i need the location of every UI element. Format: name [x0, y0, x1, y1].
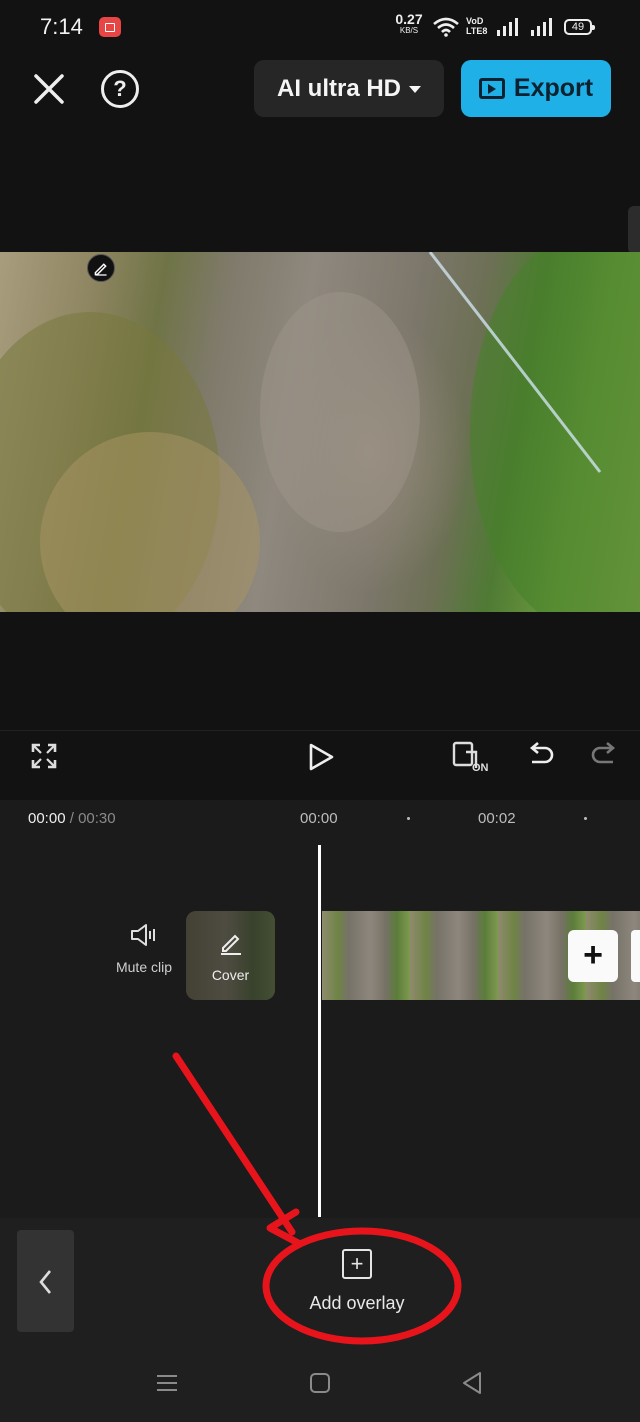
cover-label: Cover — [211, 967, 250, 983]
back-icon[interactable] — [460, 1370, 484, 1396]
playhead[interactable] — [318, 845, 321, 1217]
divider — [0, 730, 640, 731]
mute-clip-button[interactable]: Mute clip — [114, 922, 174, 975]
compare-badge: ON — [472, 762, 489, 774]
ruler-tick: 00:02 — [478, 810, 516, 827]
export-label: Export — [513, 74, 594, 102]
volte-bottom: LTE8 — [466, 26, 488, 36]
clip-frame — [410, 911, 498, 1000]
side-handle[interactable] — [628, 206, 640, 254]
add-clip-button[interactable]: + — [568, 930, 618, 982]
speaker-icon — [131, 924, 155, 946]
current-time: 00:00 — [28, 810, 66, 827]
export-button[interactable]: Export — [461, 60, 611, 117]
mute-clip-label: Mute clip — [115, 959, 173, 975]
signal-icon-2 — [531, 18, 552, 36]
add-clip-button-edge[interactable] — [631, 930, 640, 982]
time-readout: 00:00 / 00:30 — [28, 810, 116, 827]
total-time: 00:30 — [78, 810, 116, 827]
play-icon[interactable] — [306, 742, 336, 772]
volte-top: VoD — [466, 16, 484, 26]
cover-button[interactable]: Cover — [186, 911, 275, 1000]
signal-icon — [497, 18, 518, 36]
export-icon — [478, 78, 505, 99]
undo-icon[interactable] — [527, 740, 555, 770]
time-separator: / — [65, 810, 79, 827]
quality-dropdown[interactable]: AI ultra HD — [254, 60, 444, 117]
add-overlay-icon[interactable]: + — [342, 1249, 372, 1279]
quality-label: AI ultra HD — [276, 74, 401, 102]
redo-icon[interactable] — [590, 740, 618, 770]
wifi-icon — [433, 17, 459, 37]
network-speed-value: 0.27 — [395, 11, 423, 27]
ruler-dot — [407, 817, 410, 820]
close-icon[interactable] — [30, 70, 68, 108]
pipe-line — [428, 252, 602, 473]
help-icon[interactable]: ? — [101, 70, 139, 108]
water-shine — [260, 292, 420, 532]
network-speed: 0.27 KB/S — [392, 11, 426, 36]
add-overlay-label[interactable]: Add overlay — [296, 1293, 418, 1314]
clip-frame — [322, 911, 410, 1000]
menu-icon[interactable] — [155, 1373, 179, 1393]
ruler-dot — [584, 817, 587, 820]
video-preview[interactable] — [0, 252, 640, 612]
status-time: 7:14 — [40, 14, 83, 39]
caret-down-icon — [409, 86, 421, 93]
compare-toggle[interactable]: ON — [452, 740, 492, 776]
home-icon[interactable] — [310, 1373, 330, 1393]
pencil-icon — [221, 934, 241, 955]
battery-icon: 49 — [564, 19, 595, 35]
pencil-icon[interactable] — [87, 254, 115, 282]
screen-record-icon — [99, 17, 121, 37]
toolbar-back-button[interactable] — [17, 1230, 74, 1332]
chevron-left-icon — [39, 1270, 52, 1294]
volte-indicator: VoD LTE8 — [466, 16, 487, 36]
ruler-tick: 00:00 — [300, 810, 338, 827]
fullscreen-icon[interactable] — [30, 742, 58, 770]
